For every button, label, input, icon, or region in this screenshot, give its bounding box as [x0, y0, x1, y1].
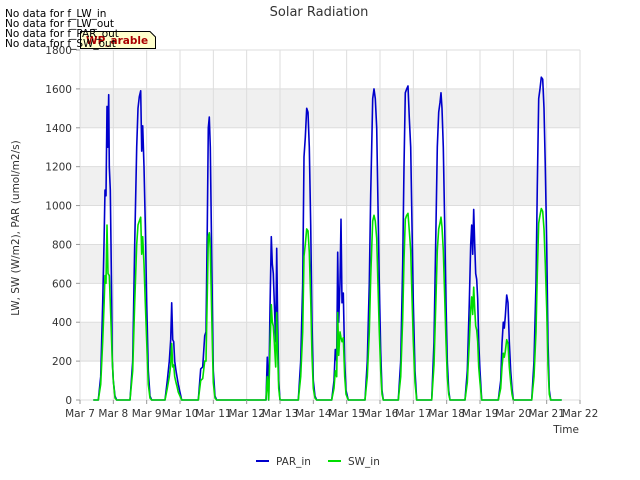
x-tick-label: Mar 15	[328, 408, 365, 420]
y-axis-label: LW, SW (W/m2), PAR (umol/m2/s)	[10, 140, 22, 315]
x-tick-label: Mar 18	[428, 408, 465, 420]
legend: PAR_in SW_in	[256, 456, 380, 468]
grid-band	[80, 166, 580, 206]
y-tick-label: 800	[52, 239, 72, 251]
legend-label-sw-in: SW_in	[348, 456, 380, 468]
x-axis-label: Time	[552, 424, 579, 436]
no-data-message-sw-out: No data for f_SW_out	[5, 38, 116, 50]
x-tick-label: Mar 20	[495, 408, 532, 420]
y-tick-label: 1000	[45, 201, 72, 213]
grid-band	[80, 88, 580, 128]
y-tick-label: 600	[52, 278, 72, 290]
x-tick-label: Mar 7	[65, 408, 95, 420]
x-tick-label: Mar 19	[462, 408, 499, 420]
chart: 020040060080010001200140016001800 Mar 7M…	[10, 5, 598, 468]
y-axis-ticks: 020040060080010001200140016001800	[45, 45, 80, 407]
y-tick-label: 1400	[45, 123, 72, 135]
x-tick-label: Mar 12	[228, 408, 265, 420]
x-tick-label: Mar 10	[162, 408, 199, 420]
x-tick-label: Mar 8	[98, 408, 128, 420]
y-tick-label: 0	[65, 395, 72, 407]
x-tick-label: Mar 9	[132, 408, 162, 420]
y-tick-label: 1200	[45, 162, 72, 174]
x-tick-label: Mar 21	[528, 408, 565, 420]
x-tick-label: Mar 22	[562, 408, 599, 420]
y-tick-label: 200	[52, 356, 72, 368]
x-tick-label: Mar 16	[362, 408, 399, 420]
x-axis-ticks: Mar 7 Mar 8 Mar 9 Mar 10Mar 11Mar 12Mar 13M…	[65, 400, 598, 420]
grid-band	[80, 244, 580, 284]
chart-title: Solar Radiation	[270, 5, 369, 20]
legend-label-par-in: PAR_in	[276, 456, 311, 468]
y-tick-label: 400	[52, 317, 72, 329]
x-tick-label: Mar 13	[262, 408, 299, 420]
x-tick-label: Mar 17	[395, 408, 432, 420]
y-tick-label: 1600	[45, 84, 72, 96]
x-tick-label: Mar 11	[195, 408, 232, 420]
x-tick-label: Mar 14	[295, 408, 332, 420]
